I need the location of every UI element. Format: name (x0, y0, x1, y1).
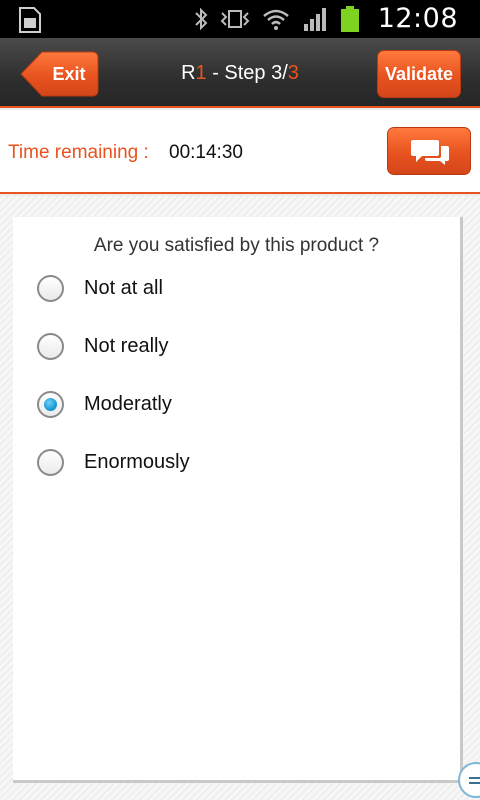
option-label: Not really (84, 335, 169, 357)
option-enormously[interactable]: Enormously (37, 442, 437, 482)
validate-button[interactable]: Validate (377, 50, 461, 98)
option-label: Not at all (84, 277, 163, 299)
timer-panel: Time remaining : 00:14:30 (0, 110, 480, 194)
bluetooth-icon (195, 7, 208, 31)
step-text: - Step 3/ (206, 62, 288, 84)
chat-button[interactable] (387, 127, 471, 175)
chat-bubbles-icon (411, 140, 449, 165)
time-remaining-label: Time remaining : (8, 142, 149, 163)
radio-button[interactable] (37, 333, 64, 360)
status-time: 12:08 (377, 3, 458, 34)
radio-button-selected[interactable] (37, 391, 64, 418)
question-text: Are you satisfied by this product ? (93, 235, 380, 256)
round-number: 1 (195, 62, 207, 84)
radio-button[interactable] (37, 449, 64, 476)
option-label: Enormously (84, 451, 190, 473)
wifi-icon (263, 9, 289, 30)
time-remaining-value: 00:14:30 (169, 142, 243, 163)
option-label: Moderatly (84, 393, 172, 415)
signal-icon (304, 8, 326, 31)
option-moderatly[interactable]: Moderatly (37, 384, 437, 424)
step-total: 3 (287, 62, 299, 84)
option-not-really[interactable]: Not really (37, 326, 437, 366)
round-prefix: R (181, 62, 196, 84)
battery-icon (341, 6, 359, 32)
vibrate-icon (220, 10, 250, 28)
option-not-at-all[interactable]: Not at all (37, 268, 437, 308)
sim-icon (19, 7, 41, 33)
status-bar: 12:08 (0, 0, 480, 38)
title-bar: Exit R1 - Step 3/3 Validate (0, 38, 480, 108)
radio-button[interactable] (37, 275, 64, 302)
survey-card: Are you satisfied by this product ? Not … (13, 217, 463, 783)
